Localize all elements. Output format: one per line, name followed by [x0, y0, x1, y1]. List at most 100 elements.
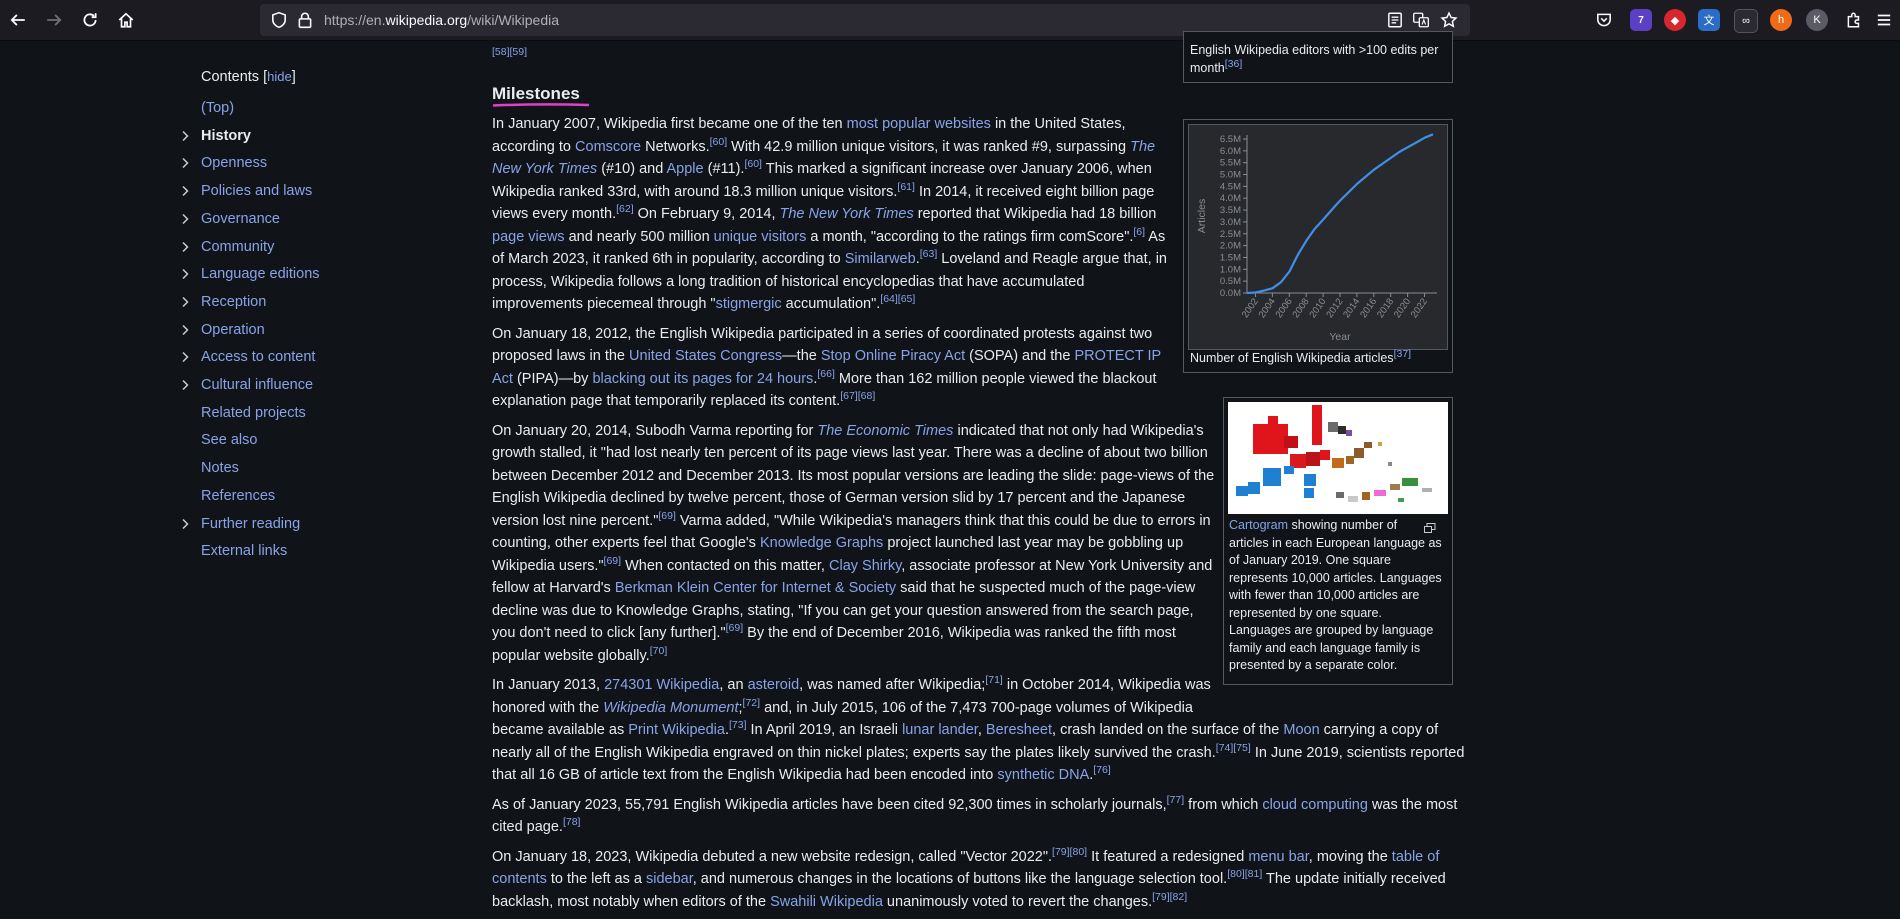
extension-badge-icon[interactable]: 7 [1630, 9, 1652, 31]
article-link[interactable]: New York Times [492, 161, 597, 177]
toc-item[interactable]: References [201, 485, 275, 507]
home-icon[interactable] [112, 6, 140, 34]
toc-item[interactable]: External links [201, 540, 287, 562]
toc-item[interactable]: Community [182, 236, 274, 258]
reference-link[interactable]: [71] [985, 674, 1003, 686]
reload-icon[interactable] [76, 6, 104, 34]
lock-icon[interactable] [296, 11, 314, 29]
article-link[interactable]: 274301 Wikipedia [604, 677, 719, 693]
reference-link[interactable]: [6] [1133, 226, 1145, 238]
extensions-icon[interactable] [1840, 6, 1868, 34]
toc-item[interactable]: Operation [182, 319, 265, 341]
reference-link[interactable]: [69] [726, 622, 744, 634]
reference-link[interactable]: [37] [1394, 348, 1412, 360]
article-link[interactable]: Moon [1283, 722, 1319, 738]
reference-link[interactable]: [76] [1093, 764, 1111, 776]
reference-link[interactable]: [36] [1225, 57, 1243, 69]
article-link[interactable]: lunar lander [902, 722, 978, 738]
cartogram-image[interactable] [1228, 402, 1448, 514]
article-link[interactable]: Similarweb [845, 251, 916, 267]
cartogram-link[interactable]: Cartogram [1229, 518, 1288, 532]
glasses-extension-icon[interactable]: ∞ [1734, 9, 1758, 33]
article-link[interactable]: unique visitors [714, 229, 807, 245]
reference-link[interactable]: [77] [1167, 794, 1185, 806]
reference-link[interactable]: [74][75] [1216, 742, 1251, 754]
toc-item[interactable]: (Top) [201, 97, 234, 119]
toc-item[interactable]: Related projects [201, 402, 306, 424]
reference-link[interactable]: [58][59] [492, 41, 527, 64]
article-link[interactable]: Act [492, 371, 513, 387]
chevron-right-icon[interactable] [177, 377, 193, 393]
chevron-right-icon[interactable] [177, 516, 193, 532]
reference-link[interactable]: [72] [743, 697, 761, 709]
article-link[interactable]: Clay Shirky [829, 558, 901, 574]
chevron-right-icon[interactable] [177, 322, 193, 338]
article-link[interactable]: synthetic DNA [997, 767, 1089, 783]
reference-link[interactable]: [70] [650, 645, 668, 657]
toc-item[interactable]: Cultural influence [182, 374, 313, 396]
pocket-icon[interactable] [1590, 6, 1618, 34]
reference-link[interactable]: [60] [744, 158, 762, 170]
article-link[interactable]: sidebar [646, 871, 693, 887]
bookmark-star-icon[interactable] [1440, 11, 1458, 29]
reader-view-icon[interactable] [1386, 11, 1404, 29]
article-link[interactable]: menu bar [1248, 849, 1308, 865]
article-link[interactable]: The [1130, 139, 1155, 155]
chevron-right-icon[interactable] [177, 155, 193, 171]
article-link[interactable]: The New York Times [780, 206, 914, 222]
chevron-right-icon[interactable] [177, 266, 193, 282]
article-link[interactable]: PROTECT IP [1074, 348, 1161, 364]
article-link[interactable]: United States Congress [629, 348, 782, 364]
honey-extension-icon[interactable]: h [1770, 9, 1792, 31]
reference-link[interactable]: [79][82] [1152, 891, 1187, 903]
chevron-right-icon[interactable] [177, 128, 193, 144]
article-link[interactable]: Wikipedia Monument [603, 700, 738, 716]
article-link[interactable]: contents [492, 871, 547, 887]
toc-item[interactable]: Access to content [182, 346, 315, 368]
article-link[interactable]: The Economic Times [817, 423, 953, 439]
ublock-icon[interactable]: ◆ [1664, 9, 1686, 31]
chevron-right-icon[interactable] [177, 239, 193, 255]
reference-link[interactable]: [80][81] [1227, 868, 1262, 880]
toc-item[interactable]: Policies and laws [182, 180, 312, 202]
toc-hide-link[interactable]: hide [267, 69, 292, 84]
url-text[interactable]: https://en.wikipedia.org/wiki/Wikipedia [324, 12, 559, 28]
toc-item[interactable]: History [182, 125, 251, 147]
translate-extension-icon[interactable]: 文 [1698, 9, 1720, 31]
toc-item[interactable]: See also [201, 429, 257, 451]
toc-item[interactable]: Reception [182, 291, 266, 313]
article-link[interactable]: Stop Online Piracy Act [821, 348, 965, 364]
article-link[interactable]: page views [492, 229, 565, 245]
reference-link[interactable]: [62] [616, 203, 634, 215]
article-link[interactable]: cloud computing [1262, 797, 1368, 813]
translate-icon[interactable] [1412, 11, 1430, 29]
reference-link[interactable]: [69] [604, 555, 622, 567]
chevron-right-icon[interactable] [177, 349, 193, 365]
reference-link[interactable]: [73] [729, 719, 747, 731]
toc-item[interactable]: Further reading [182, 513, 300, 535]
profile-avatar[interactable]: K [1806, 9, 1828, 31]
reference-link[interactable]: [63] [920, 248, 938, 260]
article-link[interactable]: asteroid [748, 677, 800, 693]
article-link[interactable]: blacking out its pages for 24 hours [592, 371, 813, 387]
reference-link[interactable]: [66] [817, 368, 835, 380]
article-link[interactable]: Print Wikipedia [628, 722, 725, 738]
article-link[interactable]: Swahili Wikipedia [770, 894, 883, 910]
toc-item[interactable]: Governance [182, 208, 280, 230]
toc-item[interactable]: Openness [182, 152, 267, 174]
reference-link[interactable]: [60] [710, 136, 728, 148]
article-link[interactable]: table of [1392, 849, 1440, 865]
chevron-right-icon[interactable] [177, 183, 193, 199]
reference-link[interactable]: [61] [897, 181, 915, 193]
reference-link[interactable]: [78] [563, 816, 581, 828]
chevron-right-icon[interactable] [177, 294, 193, 310]
article-link[interactable]: Berkman Klein Center for Internet & Soci… [615, 580, 896, 596]
toc-item[interactable]: Language editions [182, 263, 320, 285]
reference-link[interactable]: [67][68] [840, 390, 875, 402]
article-link[interactable]: most popular websites [847, 116, 991, 132]
article-link[interactable]: Beresheet [986, 722, 1052, 738]
reference-link[interactable]: [79][80] [1052, 846, 1087, 858]
reference-link[interactable]: [64][65] [880, 293, 915, 305]
chevron-right-icon[interactable] [177, 211, 193, 227]
article-link[interactable]: stigmergic [716, 296, 782, 312]
